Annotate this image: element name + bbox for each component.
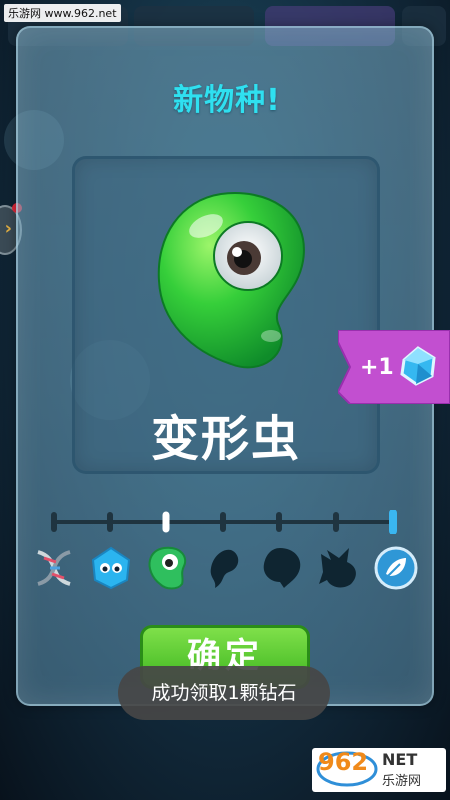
jelly-cube-icon: [91, 546, 131, 590]
dna-icon: [37, 550, 71, 586]
reward-label: +1: [360, 355, 394, 380]
watermark-net: NET: [382, 750, 418, 769]
site-watermark-top: 乐游网 www.962.net: [4, 4, 121, 22]
fish-silhouette-icon: [319, 548, 356, 588]
evolution-progress-bar: [51, 510, 397, 534]
diamond-icon: [400, 346, 436, 386]
modal-title: 新物种!: [173, 83, 281, 118]
amoeba-icon: [148, 546, 187, 590]
evolution-stages: [30, 544, 420, 592]
species-name: 变形虫: [150, 411, 301, 467]
chevron-right-icon: ›: [4, 218, 12, 239]
tadpole-silhouette-icon: [210, 549, 239, 588]
watermark-cn: 乐游网: [382, 774, 422, 789]
toast-message: 成功领取1颗钻石: [118, 666, 330, 720]
watermark-number: 962: [318, 748, 369, 776]
reward-ribbon: +1: [338, 330, 450, 404]
site-watermark-bottom: 962 NET 乐游网: [312, 748, 446, 792]
leaf-badge-icon: [374, 546, 418, 590]
amoeba-creature-icon: [157, 192, 305, 369]
species-card: 变形虫: [72, 156, 380, 474]
blob-silhouette-icon: [263, 548, 301, 588]
